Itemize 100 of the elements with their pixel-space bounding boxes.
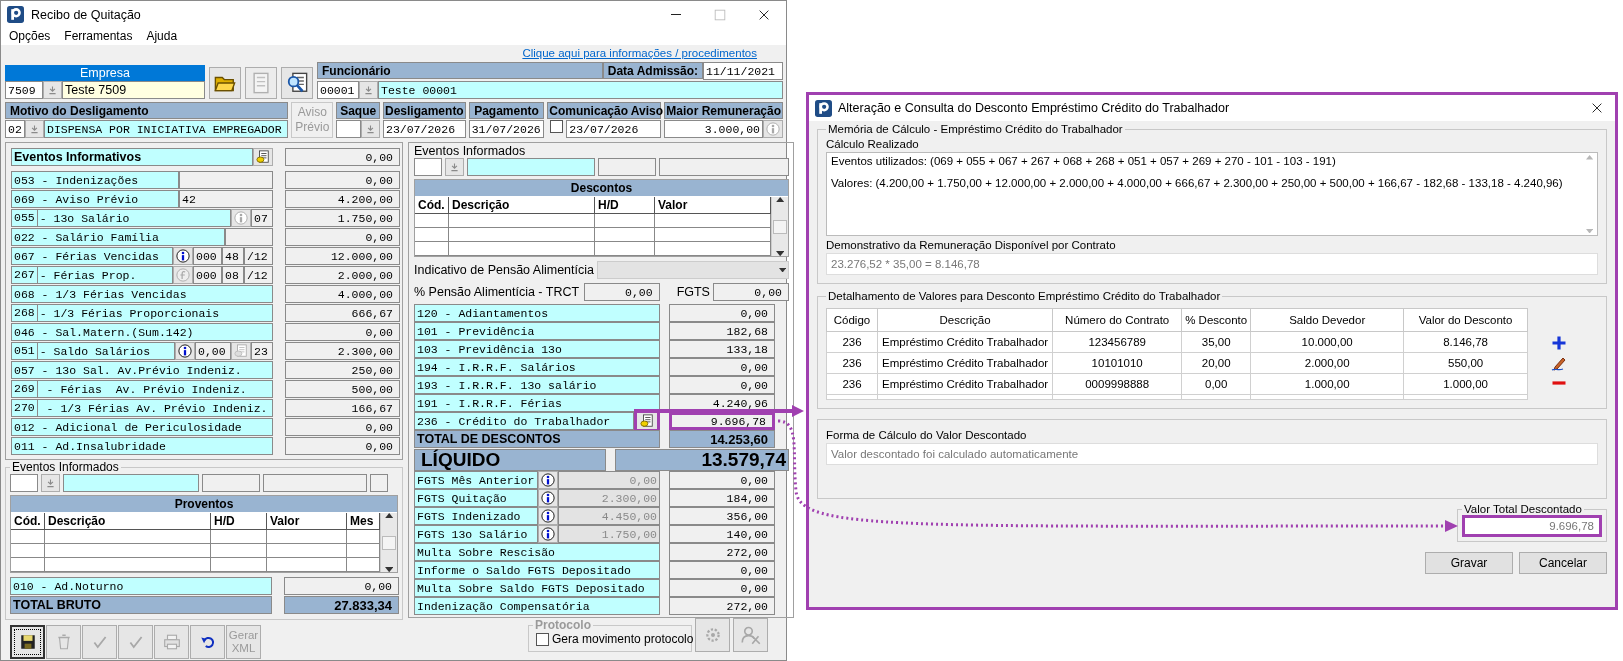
info-button[interactable] <box>538 525 558 543</box>
table-cell: Empréstimo Crédito Trabalhador <box>877 352 1053 374</box>
table-cell <box>211 558 267 572</box>
reason-code-field[interactable]: 02 <box>5 120 25 138</box>
arrow-down-icon <box>449 161 460 173</box>
column-header: Mes <box>347 513 380 530</box>
table-cell <box>595 228 655 242</box>
close-icon <box>1590 101 1604 115</box>
document-icon <box>640 414 654 428</box>
input-field[interactable] <box>659 158 789 176</box>
fgts-field[interactable]: 0,00 <box>712 283 789 301</box>
percent-field[interactable]: 0,00 <box>583 283 660 301</box>
date-field[interactable]: 23/07/2026 <box>566 120 662 138</box>
event-field[interactable]: /12 <box>244 247 273 265</box>
event-field[interactable] <box>179 171 273 189</box>
toolbar-button[interactable] <box>10 625 45 659</box>
icon-button[interactable] <box>175 342 195 360</box>
info-button[interactable] <box>538 471 558 489</box>
add-button[interactable] <box>1550 334 1568 352</box>
deduction-label: 194 - I.R.R.F. Salários <box>414 358 660 376</box>
item-label: Indenização Compensatória <box>414 597 660 615</box>
event-field[interactable]: 08 <box>222 266 244 284</box>
event-field[interactable]: 000 <box>193 266 222 284</box>
text-field[interactable]: Valor descontado foi calculado automaticamente <box>826 443 1598 465</box>
column-header: Valor <box>655 197 771 214</box>
text-area[interactable] <box>826 152 1598 236</box>
dropdown-button[interactable] <box>25 120 44 138</box>
event-field[interactable]: /12 <box>244 266 273 284</box>
input-field[interactable] <box>10 474 38 492</box>
company-code-field[interactable]: 7509 <box>5 81 43 99</box>
table-cell: 0,00 <box>1181 373 1251 395</box>
event-field[interactable]: 42 <box>179 190 273 208</box>
amount-field[interactable]: 3.000,00 <box>664 120 763 138</box>
field-header: Maior Remuneração <box>664 102 783 119</box>
dropdown-button[interactable] <box>43 81 62 99</box>
employee-name-field[interactable]: Teste 00001 <box>378 81 783 99</box>
event-value: 2.000,00 <box>285 266 400 284</box>
toolbar-button[interactable] <box>190 625 225 659</box>
column-header: H/D <box>211 513 267 530</box>
event-field[interactable]: 48 <box>222 247 244 265</box>
info-button[interactable] <box>538 489 558 507</box>
column-header: % Desconto <box>1181 308 1251 332</box>
item-value: 272,00 <box>669 543 775 561</box>
deduction-value: 133,18 <box>669 340 775 358</box>
reason-field[interactable]: DISPENSA POR INICIATIVA EMPREGADOR <box>44 120 289 138</box>
input-field[interactable] <box>202 474 260 492</box>
dropdown-button[interactable] <box>359 81 378 99</box>
help-link[interactable]: Clique aqui para informações / procedimentos <box>522 47 757 59</box>
scrollbar[interactable] <box>380 513 397 572</box>
company-header: Empresa <box>5 65 205 81</box>
edit-button[interactable] <box>253 148 273 166</box>
company-name-field[interactable]: Teste 7509 <box>62 81 205 99</box>
event-label: 012 - Adicional de Periculosidade <box>11 418 273 436</box>
table-cell: 2.000,00 <box>1250 352 1404 374</box>
input-field[interactable] <box>467 158 595 176</box>
input-field[interactable] <box>336 120 361 138</box>
total-field[interactable]: 9.696,78 <box>1462 515 1602 537</box>
checkbox[interactable] <box>536 632 549 646</box>
termination-reason-header: Motivo do Desligamento <box>5 102 289 119</box>
save-button[interactable]: Gravar <box>1425 552 1513 574</box>
event-value: 250,00 <box>285 361 400 379</box>
input-field[interactable] <box>263 474 367 492</box>
event-field[interactable]: 0,00 <box>195 342 231 360</box>
deduction-label: 101 - Previdência <box>414 322 660 340</box>
date-field[interactable]: 31/07/2026 <box>468 120 545 138</box>
minimize-icon <box>671 14 681 15</box>
table-cell <box>595 242 655 256</box>
input-field[interactable] <box>598 158 656 176</box>
menu-item[interactable]: Opções <box>9 28 51 43</box>
info-icon <box>178 344 192 358</box>
event-field[interactable] <box>225 228 273 246</box>
icon-button[interactable] <box>173 247 193 265</box>
event-code: 051 <box>14 343 38 359</box>
employee-code-field[interactable]: 00001 <box>317 81 359 99</box>
checkbox[interactable] <box>550 120 564 133</box>
event-field[interactable]: 000 <box>193 247 222 265</box>
column-header: Código <box>826 308 878 332</box>
event-field[interactable]: 07 <box>251 209 273 227</box>
text-field[interactable]: 23.276,52 * 35,00 = 8.146,78 <box>826 253 1598 275</box>
input-field[interactable] <box>63 474 199 492</box>
field-label: Forma de Cálculo do Valor Descontado <box>826 429 1028 441</box>
item-label: Informe o Saldo FGTS Depositado <box>414 561 660 579</box>
tool-button[interactable] <box>281 67 313 99</box>
admission-date-field[interactable]: 11/11/2021 <box>703 62 783 80</box>
fgts-label: FGTS Mês Anterior <box>414 471 538 489</box>
date-field[interactable]: 23/07/2026 <box>383 120 466 138</box>
group-title: Valor Total Descontado <box>1463 503 1583 515</box>
tool-button[interactable] <box>209 67 241 99</box>
input-field[interactable] <box>370 474 388 492</box>
dropdown-button[interactable] <box>445 158 464 176</box>
event-value: 4.000,00 <box>285 285 400 303</box>
menu-item[interactable]: Ferramentas <box>64 28 133 43</box>
deduction-label: 120 - Adiantamentos <box>414 304 660 322</box>
dropdown-button[interactable] <box>41 474 60 492</box>
event-field[interactable]: 23 <box>251 342 273 360</box>
dropdown-button[interactable] <box>361 120 380 138</box>
input-field[interactable] <box>414 158 442 176</box>
menu-item[interactable]: Ajuda <box>146 28 178 43</box>
info-button[interactable] <box>538 507 558 525</box>
cancel-button[interactable]: Cancelar <box>1519 552 1607 574</box>
